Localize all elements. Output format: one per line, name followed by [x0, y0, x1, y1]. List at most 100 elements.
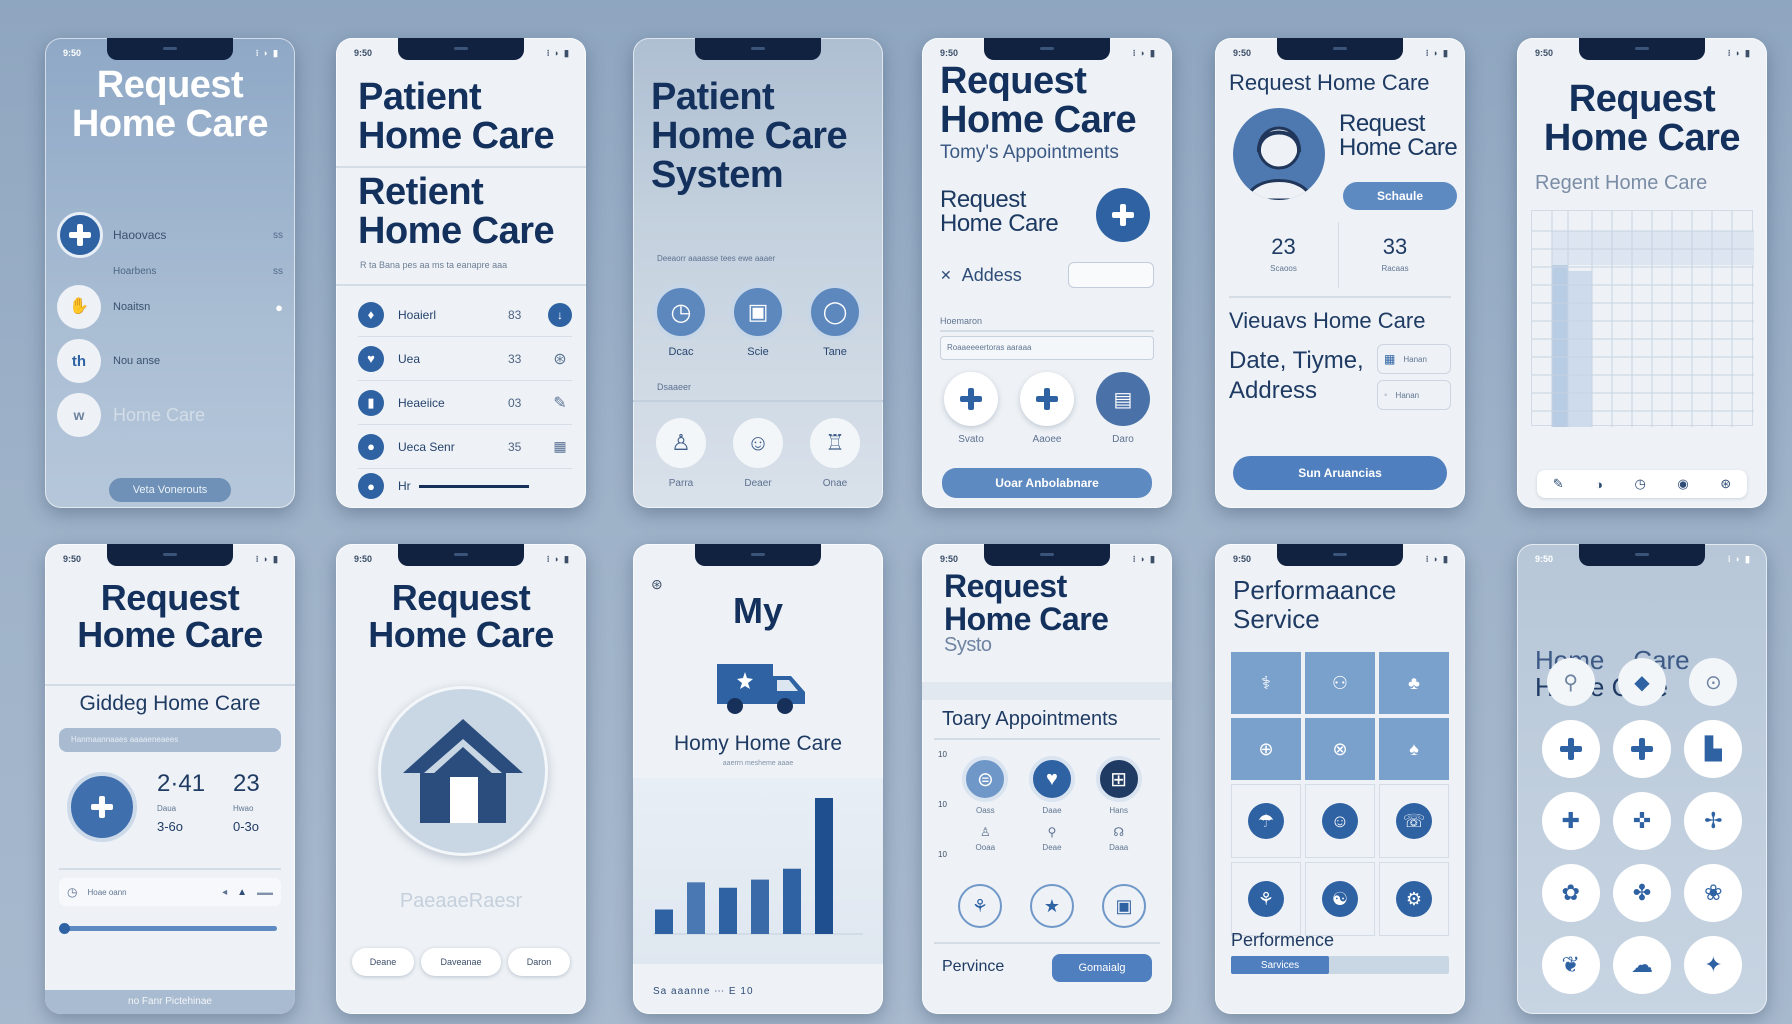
doctor-icon[interactable]: ♖ [810, 418, 860, 468]
clock-icon[interactable]: ◷ [1635, 476, 1646, 492]
add-button[interactable] [1096, 188, 1150, 242]
document-icon[interactable]: ▣ [730, 284, 786, 340]
tile[interactable]: ☯ [1305, 862, 1375, 936]
heart-icon[interactable]: ♥ [1028, 756, 1075, 802]
tile[interactable]: ⊕ [1231, 718, 1301, 780]
progress-bar[interactable] [59, 923, 277, 934]
list-item[interactable]: w Home Care [57, 388, 283, 442]
user-icon[interactable]: ◉ [1677, 476, 1688, 492]
list-item[interactable]: ● Hr [358, 469, 572, 503]
hand-icon[interactable]: ✋ [57, 285, 101, 329]
tile[interactable]: ⚘ [1231, 862, 1301, 936]
icon-tile[interactable]: ▣ Scie [728, 284, 788, 358]
icon-tile[interactable]: ♙ Ooaa [952, 821, 1019, 852]
secondary-button[interactable]: Daveanae [421, 948, 501, 976]
flower-icon[interactable]: ✿ [1541, 864, 1600, 922]
icon-tile[interactable]: ♥ Daae [1019, 756, 1086, 815]
flower-icon[interactable]: ❀ [1684, 864, 1743, 922]
list-item[interactable]: Hoarbens ss [57, 262, 283, 280]
list-item[interactable]: ◷ Hoae oann ◂ ▲ ▬▬ [59, 878, 281, 906]
icon-tile[interactable]: ⚲ Deae [1019, 821, 1086, 852]
list-item[interactable]: ● Ueca Senr 35 ▦ [358, 425, 572, 469]
icon-tile[interactable]: ⊜ Oass [952, 756, 1019, 815]
add-icon[interactable] [57, 212, 103, 258]
download-icon[interactable]: ↓ [548, 302, 572, 327]
list-item[interactable]: ♥ Uea 33 ⊛ [358, 337, 572, 381]
icon-tile[interactable]: ♙ Parra [653, 418, 709, 489]
plus-icon[interactable] [1541, 720, 1600, 778]
tile[interactable]: ☺ [1305, 784, 1375, 858]
icon-tile[interactable]: ♖ Onae [807, 418, 863, 489]
fish-icon[interactable]: ◆ [1617, 658, 1666, 706]
search-bar[interactable]: Hanmaannaaes aaaaeneaees [59, 728, 281, 752]
settings-icon[interactable]: ⊛ [1720, 476, 1731, 492]
text-icon[interactable]: th [57, 339, 101, 383]
bandage-icon[interactable]: ✚ [1541, 792, 1600, 850]
home-icon[interactable] [378, 686, 548, 856]
clock-icon[interactable]: ◷ [653, 284, 709, 340]
address-input[interactable] [1068, 262, 1154, 288]
icon-tile[interactable]: Aaoee [1020, 372, 1074, 445]
list-item[interactable]: ✋ Noaitsn ● [57, 280, 283, 334]
edit-icon[interactable]: ✎ [1553, 476, 1564, 492]
primary-button[interactable]: Uoar Anbolabnare [942, 468, 1152, 498]
detail-chip[interactable]: ◦ Hanan [1377, 380, 1451, 410]
detail-chip[interactable]: ▦ Hanan [1377, 344, 1451, 374]
primary-button[interactable]: Sun Aruancias [1233, 456, 1447, 490]
plus-icon[interactable] [1020, 372, 1074, 426]
list-item[interactable]: Haoovacs ss [57, 208, 283, 262]
field-2-input[interactable]: Roaaeeeertoras aaraaa [940, 336, 1154, 360]
clipboard-icon[interactable]: ▤ [1096, 372, 1150, 426]
list-item[interactable]: ♦ Hoaierl 83 ↓ [358, 293, 572, 337]
leaf-icon[interactable]: ❦ [1541, 936, 1600, 994]
icon-tile[interactable]: ⊞ Hans [1085, 756, 1152, 815]
icon-tile[interactable]: ◯ Tane [805, 284, 865, 358]
check-icon[interactable]: ⚘ [958, 884, 1002, 928]
progress-handle[interactable] [59, 923, 70, 934]
avatar[interactable] [1233, 108, 1325, 200]
plus-icon[interactable] [944, 372, 998, 426]
medkit-icon[interactable]: ▙ [1684, 720, 1743, 778]
primary-button[interactable]: Gomaialg [1052, 954, 1152, 982]
tile[interactable]: ⚕ [1231, 652, 1301, 714]
list-item[interactable]: th Nou anse [57, 334, 283, 388]
tile[interactable]: ♣ [1379, 652, 1449, 714]
tile[interactable]: ⚇ [1305, 652, 1375, 714]
tile[interactable]: ⚙ [1379, 862, 1449, 936]
cross-icon[interactable]: ✜ [1612, 792, 1671, 850]
star-icon[interactable]: ✦ [1684, 936, 1743, 994]
pill-icon[interactable]: ⚲ [1546, 658, 1595, 706]
tile[interactable]: ♠ [1379, 718, 1449, 780]
caregiver-icon[interactable]: ☺ [733, 418, 783, 468]
icon-tile[interactable]: ☺ Deaer [730, 418, 786, 489]
calendar-icon[interactable]: ▦ [548, 438, 572, 455]
icon-tile[interactable]: ☊ Daaa [1085, 821, 1152, 852]
icon-tile[interactable]: ◷ Dcac [651, 284, 711, 358]
schedule-button[interactable]: Schaule [1343, 182, 1457, 210]
primary-button[interactable]: Sarvices [1231, 956, 1329, 974]
document-icon[interactable]: ▣ [1102, 884, 1146, 928]
cross-icon[interactable]: ✢ [1684, 792, 1743, 850]
device-icon[interactable]: ⊞ [1095, 756, 1142, 802]
tile[interactable]: ☂ [1231, 784, 1301, 858]
plus-icon[interactable] [1612, 720, 1671, 778]
bird-icon[interactable]: ✤ [1612, 864, 1671, 922]
list-item[interactable]: ▮ Heaeiice 03 ✎ [358, 381, 572, 425]
icon-tile[interactable]: ▤ Daro [1096, 372, 1150, 445]
tile[interactable]: ⊗ [1305, 718, 1375, 780]
cloud-icon[interactable]: ☁ [1612, 936, 1671, 994]
add-button[interactable] [67, 772, 137, 842]
tile[interactable]: ☏ [1379, 784, 1449, 858]
chat-icon[interactable]: ◯ [807, 284, 863, 340]
star-icon[interactable]: ★ [1030, 884, 1074, 928]
medicine-icon[interactable]: ⊜ [962, 756, 1009, 802]
chat-icon[interactable]: ◑ [1595, 477, 1603, 492]
edit-icon[interactable]: ✎ [548, 393, 572, 413]
device-icon[interactable]: ⊙ [1689, 658, 1738, 706]
secondary-button[interactable]: Deane [352, 948, 414, 976]
nurse-icon[interactable]: ♙ [656, 418, 706, 468]
icon-tile[interactable]: Svato [944, 372, 998, 445]
secondary-button[interactable]: Daron [508, 948, 570, 976]
wave-icon[interactable]: w [57, 393, 101, 437]
settings-icon[interactable]: ⊛ [548, 349, 572, 369]
